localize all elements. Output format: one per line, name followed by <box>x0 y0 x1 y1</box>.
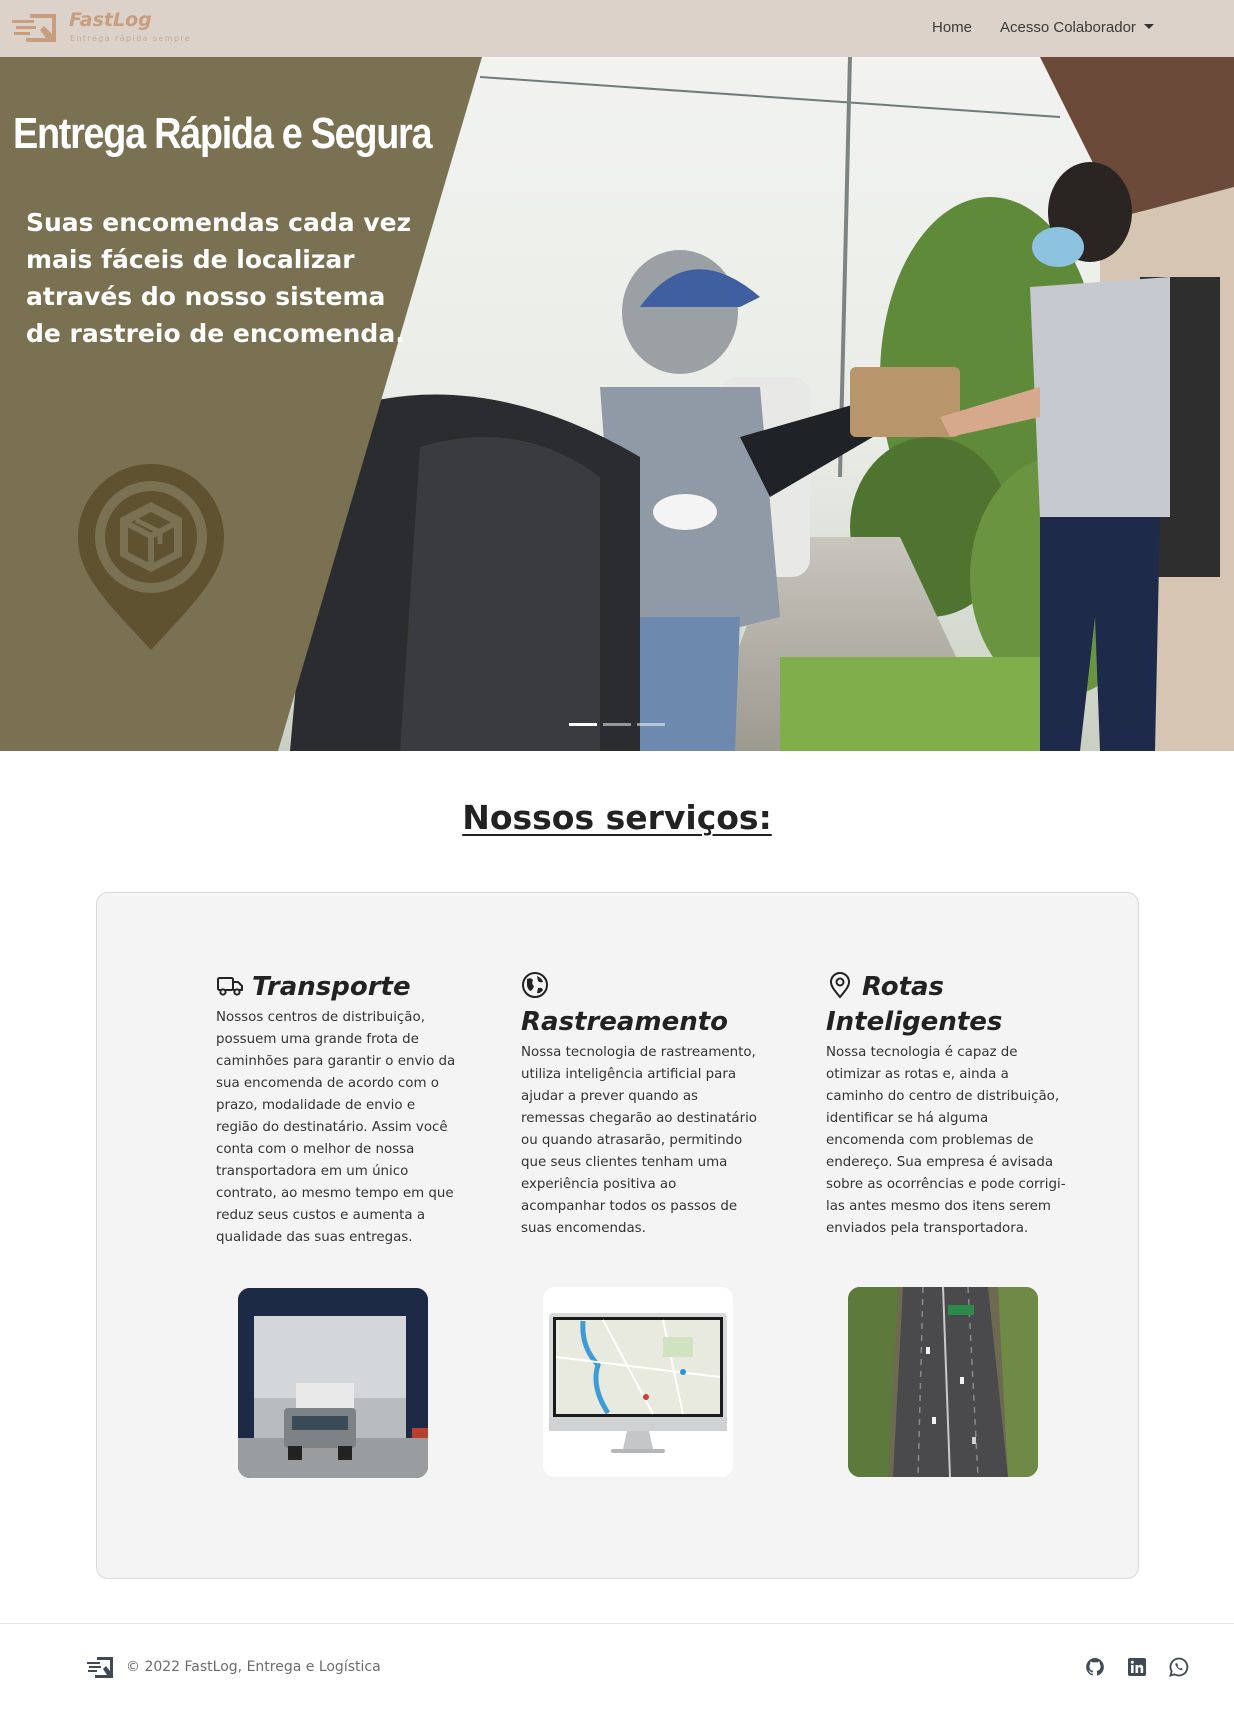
carousel-indicator-2[interactable] <box>603 723 631 726</box>
service-title: Transporte <box>216 970 456 1005</box>
transporte-truck-image <box>238 1288 428 1478</box>
service-description: Nossos centros de distribuição, possuem … <box>216 1010 456 1245</box>
fastlog-logo-icon[interactable] <box>87 1656 117 1680</box>
footer-divider <box>0 1623 1234 1624</box>
hero-carousel: Entrega Rápida e Segura Suas encomendas … <box>0 57 1234 751</box>
brand-name: FastLog <box>69 9 152 31</box>
nav-acesso-colaborador-dropdown[interactable]: Acesso Colaborador <box>1000 19 1154 36</box>
map-pin-icon <box>829 972 851 999</box>
nav-home-link[interactable]: Home <box>932 19 972 36</box>
service-title: Rotas Inteligentes <box>826 970 1066 1040</box>
navbar: FastLog Entrega rápida sempre Home Acess… <box>0 0 1234 57</box>
globe-icon <box>522 972 548 998</box>
services-heading: Nossos serviços: <box>0 798 1234 837</box>
hero-subtitle: Suas encomendas cada vez mais fáceis de … <box>26 208 412 348</box>
brand-tagline: Entrega rápida sempre <box>70 34 192 43</box>
github-icon[interactable] <box>1085 1657 1105 1677</box>
linkedin-icon[interactable] <box>1127 1657 1147 1677</box>
service-transporte: Transporte Nossos centros de distribuiçã… <box>216 970 456 1249</box>
carousel-indicators <box>569 723 665 727</box>
package-location-pin-icon <box>78 464 224 650</box>
service-title-text: Rastreamento <box>521 1007 728 1037</box>
service-rastreamento: Rastreamento Nossa tecnologia de rastrea… <box>521 970 761 1240</box>
carousel-indicator-3[interactable] <box>637 723 665 726</box>
rastreamento-map-monitor-image <box>543 1287 733 1477</box>
service-title-text: Transporte <box>252 972 411 1002</box>
footer-copyright: © 2022 FastLog, Entrega e Logística <box>126 1659 381 1675</box>
service-description: Nossa tecnologia de rastreamento, utiliz… <box>521 1045 757 1236</box>
fastlog-logo-icon <box>12 14 56 42</box>
service-title: Rastreamento <box>521 970 761 1040</box>
rotas-highway-aerial-image <box>848 1287 1038 1477</box>
nav-acesso-colaborador-label: Acesso Colaborador <box>1000 19 1136 36</box>
services-heading-text: Nossos serviços: <box>462 798 772 837</box>
carousel-indicator-1[interactable] <box>569 723 597 726</box>
service-rotas-inteligentes: Rotas Inteligentes Nossa tecnologia é ca… <box>826 970 1066 1240</box>
hero-title: Entrega Rápida e Segura <box>13 109 433 158</box>
whatsapp-icon[interactable] <box>1169 1657 1189 1677</box>
truck-icon <box>217 977 243 996</box>
service-description: Nossa tecnologia é capaz de otimizar as … <box>826 1045 1066 1236</box>
caret-down-icon <box>1143 24 1154 29</box>
